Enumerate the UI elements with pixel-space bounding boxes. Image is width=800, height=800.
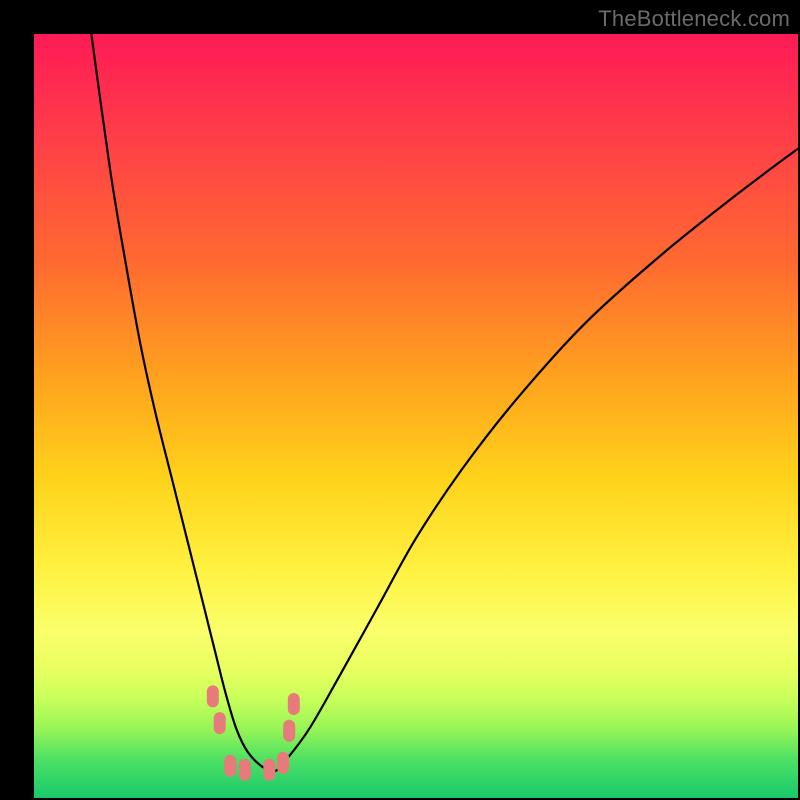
curve-marker <box>214 712 226 734</box>
chart-stage: TheBottleneck.com <box>0 0 800 800</box>
curve-marker <box>277 752 289 774</box>
curve-marker <box>288 693 300 715</box>
bottleneck-curve <box>91 34 798 772</box>
curve-marker <box>207 685 219 707</box>
curve-marker <box>263 759 275 781</box>
watermark-text: TheBottleneck.com <box>598 6 790 32</box>
curve-marker <box>283 720 295 742</box>
marker-group <box>207 685 300 780</box>
curve-marker <box>239 759 251 781</box>
curve-svg <box>34 34 798 798</box>
curve-marker <box>224 755 236 777</box>
plot-area <box>34 34 798 798</box>
